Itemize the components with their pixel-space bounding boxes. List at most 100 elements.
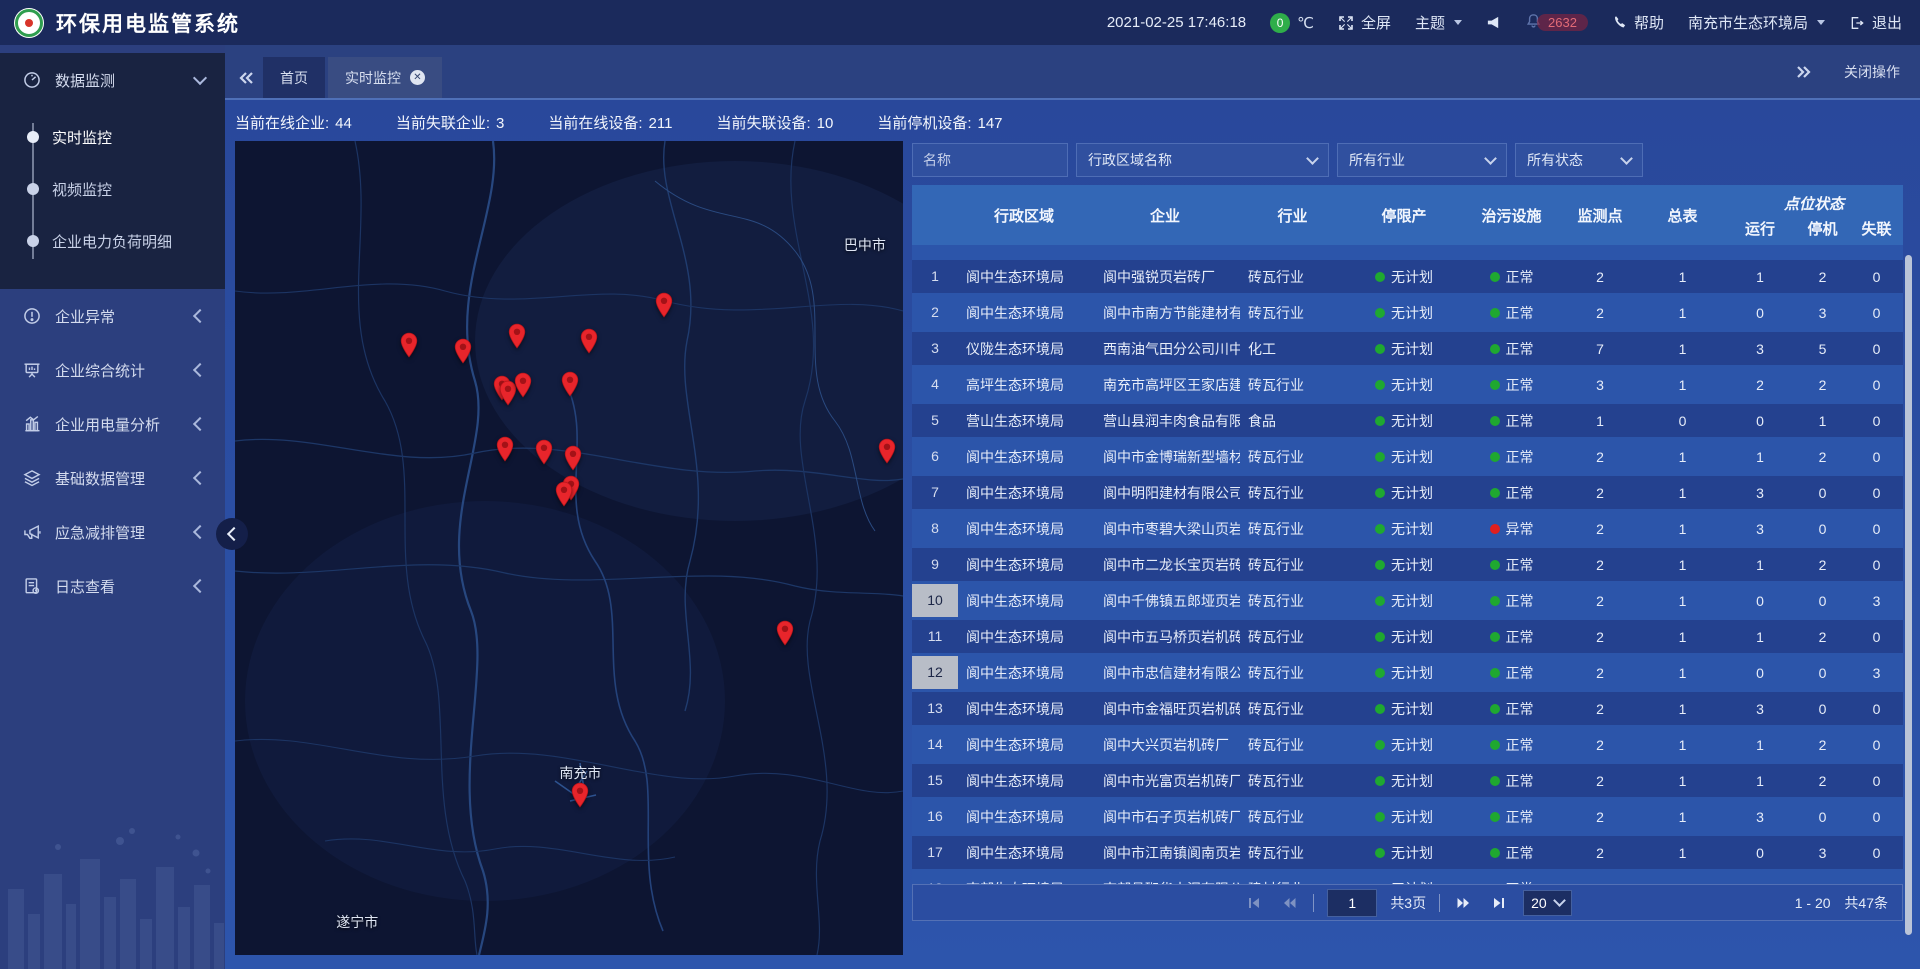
next-page-button[interactable] [1453, 894, 1475, 912]
sidebar-item-enterprise-stats[interactable]: 企业综合统计 [0, 343, 225, 397]
stat-label: 当前在线设备: [548, 115, 642, 132]
monitor-points-cell: 3 [1560, 377, 1640, 393]
stopped-cell: 2 [1795, 377, 1850, 393]
sidebar-group-emergency-reduction: 应急减排管理 [0, 505, 225, 559]
map-marker-icon[interactable] [535, 439, 554, 465]
stopped-cell: 2 [1795, 269, 1850, 285]
facility-status-cell: 正常 [1463, 483, 1560, 503]
map-marker-icon[interactable] [776, 620, 795, 646]
status-text: 无计划 [1391, 267, 1433, 287]
theme-button[interactable]: 主题 [1415, 12, 1462, 33]
user-menu[interactable]: 南充市生态环境局 [1688, 12, 1825, 33]
close-operations-button[interactable]: 关闭操作 [1844, 62, 1900, 82]
status-text: 正常 [1506, 339, 1534, 359]
sidebar-item-log-view[interactable]: 日志查看 [0, 559, 225, 613]
sidebar-collapse-handle[interactable] [216, 518, 248, 550]
row-index-cell: 17 [912, 836, 958, 869]
vertical-scrollbar[interactable] [1905, 255, 1912, 935]
tab-close-icon[interactable]: ✕ [410, 70, 425, 85]
tabs-scroll-right-button[interactable] [1790, 51, 1818, 92]
map-marker-icon[interactable] [564, 445, 583, 471]
table-row[interactable]: 14阆中生态环境局阆中大兴页岩机砖厂砖瓦行业无计划正常21120 [912, 728, 1903, 761]
industry-select[interactable]: 所有行业 [1337, 143, 1507, 177]
sidebar-item-data-monitor[interactable]: 数据监测 [0, 53, 225, 107]
row-index-cell: 12 [912, 656, 958, 689]
bullet-icon [27, 183, 39, 195]
map-marker-icon[interactable] [580, 328, 599, 354]
row-index-cell: 8 [912, 512, 958, 545]
table-row[interactable]: 7阆中生态环境局阆中明阳建材有限公司砖瓦行业无计划正常21300 [912, 476, 1903, 509]
tab-home[interactable]: 首页 [263, 57, 325, 98]
previous-page-button[interactable] [1278, 894, 1300, 912]
mute-button[interactable] [1486, 15, 1501, 30]
last-page-button[interactable] [1488, 894, 1510, 912]
notification-badge[interactable]: 2632 [1525, 12, 1588, 33]
map-panel[interactable]: 巴中市南充市遂宁市 [235, 141, 903, 955]
sidebar-item-emergency-reduction[interactable]: 应急减排管理 [0, 505, 225, 559]
stat-item: 当前在线设备:211 [548, 112, 672, 133]
search-name-input[interactable] [912, 143, 1068, 177]
chevron-left-icon [193, 525, 207, 539]
map-marker-icon[interactable] [400, 332, 419, 358]
column-header: 行政区域 [958, 185, 1090, 245]
map-marker-icon[interactable] [513, 372, 532, 398]
status-dot-green [1490, 668, 1500, 678]
map-marker-icon[interactable] [654, 292, 673, 318]
row-index-cell: 10 [912, 584, 958, 617]
table-row[interactable]: 6阆中生态环境局阆中市金博瑞新型墙材砖瓦行业无计划正常21120 [912, 440, 1903, 473]
map-marker-icon[interactable] [495, 436, 514, 462]
table-row[interactable]: 2阆中生态环境局阆中市南方节能建材有砖瓦行业无计划正常21030 [912, 296, 1903, 329]
tabs-scroll-left-button[interactable] [232, 57, 260, 98]
table-row[interactable]: 11阆中生态环境局阆中市五马桥页岩机砖砖瓦行业无计划正常21120 [912, 620, 1903, 653]
help-button[interactable]: 帮助 [1612, 12, 1664, 33]
stop-plan-cell: 无计划 [1345, 303, 1463, 323]
status-text: 无计划 [1391, 771, 1433, 791]
stat-label: 当前失联设备: [716, 115, 810, 132]
table-row[interactable]: 17阆中生态环境局阆中市江南镇阆南页岩砖瓦行业无计划正常21030 [912, 836, 1903, 869]
table-row[interactable]: 12阆中生态环境局阆中市忠信建材有限公砖瓦行业无计划正常21003 [912, 656, 1903, 689]
offline-cell: 0 [1850, 377, 1903, 393]
map-marker-icon[interactable] [560, 371, 579, 397]
table-row[interactable]: 13阆中生态环境局阆中市金福旺页岩机砖砖瓦行业无计划正常21300 [912, 692, 1903, 725]
sidebar-subitem[interactable]: 视频监控 [0, 163, 225, 215]
table-row[interactable]: 4高坪生态环境局南充市高坪区王家店建砖瓦行业无计划正常31220 [912, 368, 1903, 401]
map-marker-icon[interactable] [454, 338, 473, 364]
monitor-points-cell: 2 [1560, 521, 1640, 537]
table-body: 1阆中生态环境局阆中强锐页岩砖厂砖瓦行业无计划正常211202阆中生态环境局阆中… [912, 245, 1903, 921]
monitor-points-cell: 2 [1560, 557, 1640, 573]
table-row[interactable]: 1阆中生态环境局阆中强锐页岩砖厂砖瓦行业无计划正常21120 [912, 260, 1903, 293]
sidebar-subitem[interactable]: 实时监控 [0, 111, 225, 163]
sidebar-subitem[interactable]: 企业电力负荷明细 [0, 215, 225, 267]
table-row[interactable]: 3仪陇生态环境局西南油气田分公司川中化工无计划正常71350 [912, 332, 1903, 365]
app-title: 环保用电监管系统 [56, 8, 240, 38]
tab-realtime-monitor[interactable]: 实时监控 ✕ [328, 57, 442, 98]
table-row[interactable]: 8阆中生态环境局阆中市枣碧大梁山页岩砖瓦行业无计划异常21300 [912, 512, 1903, 545]
map-marker-icon[interactable] [877, 438, 896, 464]
region-cell: 阆中生态环境局 [958, 807, 1090, 827]
sidebar-item-label: 日志查看 [55, 576, 195, 597]
table-row[interactable]: 5营山生态环境局营山县润丰肉食品有限食品无计划正常10010 [912, 404, 1903, 437]
sidebar-item-power-analysis[interactable]: 企业用电量分析 [0, 397, 225, 451]
stats-bar: 当前在线企业:44当前失联企业:3当前在线设备:211当前失联设备:10当前停机… [235, 112, 1003, 133]
running-cell: 1 [1725, 773, 1795, 789]
sidebar-item-enterprise-abnormal[interactable]: 企业异常 [0, 289, 225, 343]
map-marker-icon[interactable] [507, 323, 526, 349]
meters-cell: 0 [1640, 413, 1725, 429]
table-row[interactable]: 9阆中生态环境局阆中市二龙长宝页岩砖砖瓦行业无计划正常21120 [912, 548, 1903, 581]
page-input[interactable] [1327, 889, 1377, 917]
fullscreen-button[interactable]: 全屏 [1338, 12, 1391, 33]
table-row[interactable]: 16阆中生态环境局阆中市石子页岩机砖厂砖瓦行业无计划正常21300 [912, 800, 1903, 833]
map-marker-icon[interactable] [571, 782, 590, 808]
page-size-select[interactable]: 20 [1523, 890, 1572, 916]
table-row[interactable]: 15阆中生态环境局阆中市光富页岩机砖厂砖瓦行业无计划正常21120 [912, 764, 1903, 797]
company-cell: 南充市高坪区王家店建 [1090, 375, 1240, 395]
map-marker-icon[interactable] [554, 481, 573, 507]
first-page-button[interactable] [1243, 894, 1265, 912]
region-select[interactable]: 行政区域名称 [1076, 143, 1329, 177]
chevron-left-icon [193, 309, 207, 323]
offline-cell: 0 [1850, 305, 1903, 321]
sidebar-item-base-data[interactable]: 基础数据管理 [0, 451, 225, 505]
status-select[interactable]: 所有状态 [1515, 143, 1643, 177]
table-row[interactable]: 10阆中生态环境局阆中千佛镇五郎垭页岩砖瓦行业无计划正常21003 [912, 584, 1903, 617]
logout-button[interactable]: 退出 [1849, 12, 1902, 33]
